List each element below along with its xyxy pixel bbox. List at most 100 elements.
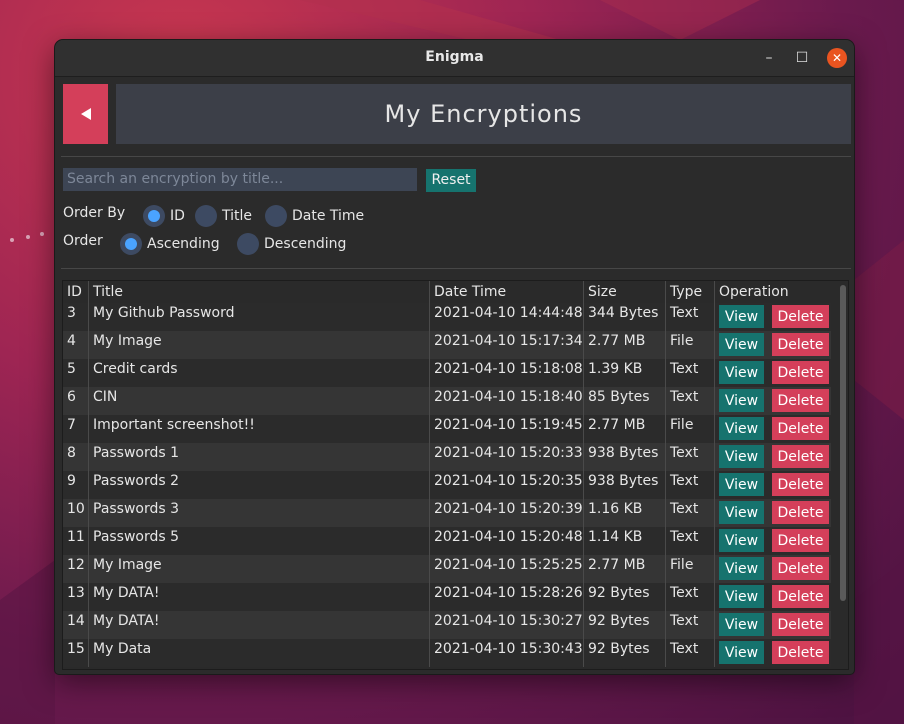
table: ID Title Date Time Size Type Operation 3… bbox=[63, 281, 831, 667]
table-row[interactable]: 13 My DATA! 2021-04-10 15:28:26 92 Bytes Tex… bbox=[63, 583, 831, 611]
cell-size: 2.77 MB bbox=[583, 331, 666, 359]
cell-id: 11 bbox=[63, 527, 89, 555]
radio-order-descending[interactable] bbox=[237, 233, 259, 255]
cell-id: 5 bbox=[63, 359, 89, 387]
radio-label-descending: Descending bbox=[264, 236, 347, 252]
table-row[interactable]: 14 My DATA! 2021-04-10 15:30:27 92 Bytes Tex… bbox=[63, 611, 831, 639]
view-button[interactable]: View bbox=[719, 417, 764, 440]
cell-operation: View Delete bbox=[714, 443, 831, 471]
radio-order-by-id[interactable] bbox=[143, 205, 165, 227]
cell-title: Important screenshot!! bbox=[88, 415, 430, 443]
column-header-size[interactable]: Size bbox=[583, 281, 666, 303]
cell-id: 12 bbox=[63, 555, 89, 583]
view-button[interactable]: View bbox=[719, 305, 764, 328]
radio-label-ascending: Ascending bbox=[147, 236, 220, 252]
table-row[interactable]: 9 Passwords 2 2021-04-10 15:20:35 938 Bytes… bbox=[63, 471, 831, 499]
cell-operation: View Delete bbox=[714, 331, 831, 359]
column-header-title[interactable]: Title bbox=[88, 281, 430, 303]
table-row[interactable]: 7 Important screenshot!! 2021-04-10 15:19:… bbox=[63, 415, 831, 443]
table-row[interactable]: 11 Passwords 5 2021-04-10 15:20:48 1.14 KB T… bbox=[63, 527, 831, 555]
delete-button[interactable]: Delete bbox=[772, 529, 829, 552]
radio-order-by-date-time[interactable] bbox=[265, 205, 287, 227]
cell-size: 92 Bytes bbox=[583, 639, 666, 667]
cell-id: 15 bbox=[63, 639, 89, 667]
view-button[interactable]: View bbox=[719, 361, 764, 384]
cell-size: 344 Bytes bbox=[583, 303, 666, 331]
delete-button[interactable]: Delete bbox=[772, 585, 829, 608]
delete-button[interactable]: Delete bbox=[772, 557, 829, 580]
delete-button[interactable]: Delete bbox=[772, 473, 829, 496]
delete-button[interactable]: Delete bbox=[772, 501, 829, 524]
cell-id: 14 bbox=[63, 611, 89, 639]
page-header: My Encryptions bbox=[63, 84, 851, 144]
title-bar: Enigma – ☐ ✕ bbox=[55, 40, 854, 77]
view-button[interactable]: View bbox=[719, 557, 764, 580]
column-header-type[interactable]: Type bbox=[665, 281, 715, 303]
maximize-button[interactable]: ☐ bbox=[792, 48, 812, 68]
column-header-date-time[interactable]: Date Time bbox=[429, 281, 584, 303]
cell-title: My DATA! bbox=[88, 611, 430, 639]
delete-button[interactable]: Delete bbox=[772, 333, 829, 356]
cell-operation: View Delete bbox=[714, 303, 831, 331]
cell-title: CIN bbox=[88, 387, 430, 415]
cell-date-time: 2021-04-10 15:18:40 bbox=[429, 387, 584, 415]
encryptions-table: ID Title Date Time Size Type Operation 3… bbox=[62, 280, 849, 670]
table-row[interactable]: 12 My Image 2021-04-10 15:25:25 2.77 MB File… bbox=[63, 555, 831, 583]
minimize-button[interactable]: – bbox=[759, 48, 779, 68]
cell-type: Text bbox=[665, 583, 715, 611]
cell-operation: View Delete bbox=[714, 611, 831, 639]
view-button[interactable]: View bbox=[719, 641, 764, 664]
close-button[interactable]: ✕ bbox=[827, 48, 847, 68]
table-row[interactable]: 5 Credit cards 2021-04-10 15:18:08 1.39 KB T… bbox=[63, 359, 831, 387]
delete-button[interactable]: Delete bbox=[772, 305, 829, 328]
cell-title: My Image bbox=[88, 555, 430, 583]
delete-button[interactable]: Delete bbox=[772, 641, 829, 664]
cell-id: 13 bbox=[63, 583, 89, 611]
table-row[interactable]: 10 Passwords 3 2021-04-10 15:20:39 1.16 KB T… bbox=[63, 499, 831, 527]
cell-size: 92 Bytes bbox=[583, 611, 666, 639]
scrollbar-thumb[interactable] bbox=[840, 285, 846, 601]
cell-id: 3 bbox=[63, 303, 89, 331]
table-row[interactable]: 3 My Github Password 2021-04-10 14:44:48 34… bbox=[63, 303, 831, 331]
table-row[interactable]: 6 CIN 2021-04-10 15:18:40 85 Bytes Text View D… bbox=[63, 387, 831, 415]
view-button[interactable]: View bbox=[719, 585, 764, 608]
table-row[interactable]: 15 My Data 2021-04-10 15:30:43 92 Bytes Text… bbox=[63, 639, 831, 667]
view-button[interactable]: View bbox=[719, 613, 764, 636]
radio-label-date-time: Date Time bbox=[292, 208, 365, 224]
delete-button[interactable]: Delete bbox=[772, 613, 829, 636]
cell-date-time: 2021-04-10 15:19:45 bbox=[429, 415, 584, 443]
cell-id: 10 bbox=[63, 499, 89, 527]
delete-button[interactable]: Delete bbox=[772, 417, 829, 440]
table-row[interactable]: 8 Passwords 1 2021-04-10 15:20:33 938 Bytes… bbox=[63, 443, 831, 471]
column-header-operation: Operation bbox=[719, 284, 789, 300]
search-input[interactable] bbox=[63, 168, 417, 191]
view-button[interactable]: View bbox=[719, 389, 764, 412]
table-row[interactable]: 4 My Image 2021-04-10 15:17:34 2.77 MB File V… bbox=[63, 331, 831, 359]
delete-button[interactable]: Delete bbox=[772, 361, 829, 384]
radio-label-id: ID bbox=[170, 208, 185, 224]
view-button[interactable]: View bbox=[719, 473, 764, 496]
cell-size: 1.39 KB bbox=[583, 359, 666, 387]
cell-id: 9 bbox=[63, 471, 89, 499]
radio-order-by-title[interactable] bbox=[195, 205, 217, 227]
reset-button[interactable]: Reset bbox=[426, 169, 476, 192]
cell-type: Text bbox=[665, 471, 715, 499]
cell-date-time: 2021-04-10 15:20:35 bbox=[429, 471, 584, 499]
view-button[interactable]: View bbox=[719, 501, 764, 524]
delete-button[interactable]: Delete bbox=[772, 389, 829, 412]
back-button[interactable] bbox=[63, 84, 108, 144]
view-button[interactable]: View bbox=[719, 333, 764, 356]
cell-date-time: 2021-04-10 15:17:34 bbox=[429, 331, 584, 359]
cell-title: My Github Password bbox=[88, 303, 430, 331]
delete-button[interactable]: Delete bbox=[772, 445, 829, 468]
cell-type: File bbox=[665, 555, 715, 583]
radio-order-ascending[interactable] bbox=[120, 233, 142, 255]
view-button[interactable]: View bbox=[719, 529, 764, 552]
page-title: My Encryptions bbox=[116, 84, 851, 144]
app-window: Enigma – ☐ ✕ My Encryptions Reset Order … bbox=[55, 40, 854, 674]
table-scrollbar[interactable] bbox=[839, 283, 847, 667]
view-button[interactable]: View bbox=[719, 445, 764, 468]
cell-date-time: 2021-04-10 15:25:25 bbox=[429, 555, 584, 583]
cell-operation: View Delete bbox=[714, 527, 831, 555]
column-header-id[interactable]: ID bbox=[63, 281, 89, 303]
